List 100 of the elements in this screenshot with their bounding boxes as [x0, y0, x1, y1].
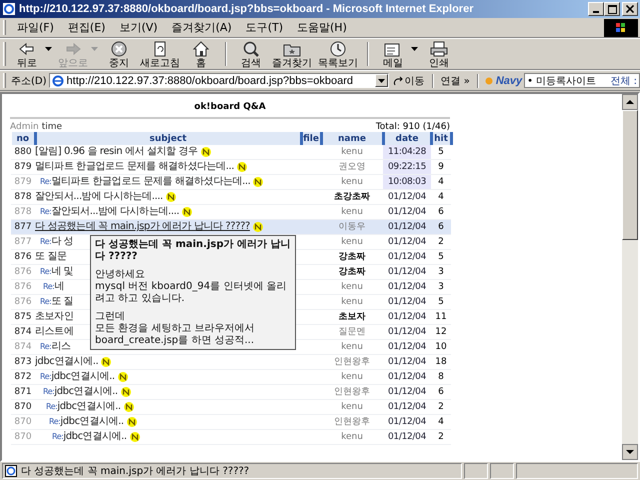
- menu-item[interactable]: 도구(T): [240, 20, 289, 35]
- minimize-icon: [593, 11, 599, 13]
- toolbar-button[interactable]: 즐겨찾기: [269, 40, 315, 68]
- subject-link[interactable]: 잘안되서...밤에 다시하는데....: [51, 205, 180, 218]
- ie-icon: [52, 74, 64, 86]
- table-cell: 01/12/04: [383, 414, 431, 430]
- table-cell: 11: [431, 310, 451, 324]
- table-row[interactable]: 870 Re:jdbc연결시에.. kenu 01/12/04 2: [11, 400, 451, 414]
- menu-item[interactable]: 즐겨찾기(A): [166, 20, 238, 35]
- table-cell: 874: [11, 324, 35, 340]
- table-cell: 01/12/04: [383, 324, 431, 340]
- maximize-icon: [608, 4, 616, 14]
- subject-link[interactable]: jdbc연결시에..: [60, 415, 124, 428]
- toolbar-button[interactable]: 검색: [233, 40, 269, 68]
- reply-mark: Re:: [40, 236, 52, 248]
- table-cell: 01/12/04: [383, 354, 431, 370]
- table-cell: kenu: [321, 294, 383, 310]
- column-header[interactable]: subject: [35, 132, 301, 145]
- table-cell: 01/12/04: [383, 190, 431, 204]
- column-header[interactable]: hit: [431, 132, 451, 145]
- table-row[interactable]: 880 [알림] 0.96 을 resin 에서 설치할 경우 kenu 11:04:28 5: [11, 145, 451, 160]
- column-header[interactable]: no: [11, 132, 35, 145]
- menu-item[interactable]: 편집(E): [62, 20, 112, 35]
- dropdown-button[interactable]: [374, 74, 388, 87]
- subject-link[interactable]: jdbc연결시에..: [35, 355, 98, 368]
- subject-link[interactable]: [알림] 0.96 을 resin 에서 설치할 경우: [35, 145, 198, 158]
- table-cell: 876: [11, 250, 35, 264]
- subject-link[interactable]: 또 질문: [35, 250, 67, 263]
- table-row[interactable]: 870 Re:jdbc연결시에.. 인현왕후 01/12/04 4: [11, 414, 451, 430]
- table-cell: 질문멘: [321, 324, 383, 340]
- reply-mark: Re:: [43, 281, 54, 293]
- reply-mark: Re:: [43, 387, 54, 396]
- toolbar-button[interactable]: 중지: [101, 40, 137, 68]
- toolbar-button[interactable]: 새로고침: [137, 40, 183, 68]
- table-row[interactable]: 879 Re:멀티파트 한글업로드 문제를 해결하셨다는데... kenu 10:08:03 4: [11, 174, 451, 190]
- table-cell: 01/12/04: [383, 384, 431, 400]
- subject-link[interactable]: 리스트에: [35, 325, 74, 338]
- table-cell: kenu: [321, 340, 383, 354]
- board-title: ok!board Q&A: [193, 101, 267, 114]
- reply-mark: Re:: [40, 372, 52, 381]
- close-button[interactable]: [622, 2, 638, 16]
- reply-mark: Re:: [52, 432, 64, 441]
- table-cell: 10:08:03: [383, 174, 431, 190]
- toolbar-button[interactable]: 인쇄: [421, 40, 457, 68]
- subject-link[interactable]: 네: [54, 280, 64, 293]
- table-cell: 2: [431, 400, 451, 414]
- table-cell: 877: [11, 234, 35, 250]
- subject-link[interactable]: 또 질: [51, 295, 74, 308]
- site-search-field[interactable]: • 미등록사이트 전체 :: [524, 73, 640, 88]
- links-button[interactable]: 연결 »: [438, 74, 472, 88]
- subject-link[interactable]: jdbc연결시에..: [63, 430, 127, 443]
- scroll-thumb[interactable]: [622, 110, 638, 240]
- menu-item[interactable]: 파일(F): [11, 20, 60, 35]
- close-icon: [626, 5, 634, 13]
- toolbar-button[interactable]: 뒤로: [9, 40, 45, 68]
- address-field[interactable]: http://210.122.97.37:8880/okboard/board.jsp?bbs=okboard: [48, 73, 389, 88]
- maximize-button[interactable]: [604, 2, 620, 16]
- table-cell: 12: [431, 324, 451, 340]
- minimize-button[interactable]: [588, 2, 604, 16]
- table-cell: kenu: [321, 280, 383, 294]
- go-button[interactable]: 이동: [390, 74, 427, 88]
- menu-item[interactable]: 보기(V): [113, 20, 164, 35]
- ie-icon: [2, 2, 16, 16]
- table-cell: 01/12/04: [383, 294, 431, 310]
- subject-link[interactable]: 초보자인: [35, 310, 74, 323]
- toolbar-button[interactable]: 메일: [375, 40, 411, 68]
- subject-link[interactable]: jdbc연결시에..: [57, 400, 121, 413]
- table-row[interactable]: 879 멀티파트 한글업로드 문제를 해결하셨다는데... 권오영 09:22:15 9: [11, 160, 451, 174]
- table-row[interactable]: 870 Re:jdbc연결시에.. kenu 01/12/04 2: [11, 430, 451, 444]
- printer-icon: [429, 40, 449, 58]
- table-cell: 11:04:28: [383, 145, 431, 160]
- subject-link[interactable]: 멀티파트 한글업로드 문제를 해결하셨다는데...: [51, 175, 250, 188]
- subject-link[interactable]: 멀티파트 한글업로드 문제를 해결하셨다는데...: [35, 160, 234, 173]
- toolbar-button[interactable]: 목록보기: [315, 40, 361, 68]
- subject-link[interactable]: 잘안되서...밤에 다시하는데....: [35, 190, 163, 203]
- subject-link[interactable]: 네 및: [51, 265, 74, 278]
- table-cell: 강초짜: [321, 264, 383, 280]
- table-row[interactable]: 873 jdbc연결시에.. 인현왕후 01/12/04 18: [11, 354, 451, 370]
- table-cell: 3: [431, 280, 451, 294]
- column-header[interactable]: file: [301, 132, 321, 145]
- table-cell: 강초짜: [321, 250, 383, 264]
- table-cell: 2: [431, 430, 451, 444]
- table-row[interactable]: 872 Re:jdbc연결시에.. kenu 01/12/04 8: [11, 370, 451, 384]
- menu-item[interactable]: 도움말(H): [291, 20, 353, 35]
- table-cell: 09:22:15: [383, 160, 431, 174]
- subject-link[interactable]: 다 성: [51, 235, 74, 248]
- table-row[interactable]: 878 잘안되서...밤에 다시하는데.... 초강초짜 01/12/04 4: [11, 190, 451, 204]
- table-cell: 876: [11, 264, 35, 280]
- table-cell: 01/12/04: [383, 220, 431, 234]
- subject-link[interactable]: jdbc연결시에..: [51, 370, 115, 383]
- subject-link[interactable]: jdbc연결시에..: [54, 385, 118, 398]
- toolbar-button[interactable]: 홈: [183, 40, 219, 68]
- scrollbar[interactable]: [622, 94, 638, 460]
- column-header[interactable]: name: [321, 132, 383, 145]
- subject-link[interactable]: 리스: [51, 340, 71, 353]
- table-cell: 01/12/04: [383, 250, 431, 264]
- page-icon: [5, 465, 17, 477]
- table-row[interactable]: 871 Re:jdbc연결시에.. 인현왕후 01/12/04 6: [11, 384, 451, 400]
- table-cell: 877: [11, 220, 35, 234]
- column-header[interactable]: date: [383, 132, 431, 145]
